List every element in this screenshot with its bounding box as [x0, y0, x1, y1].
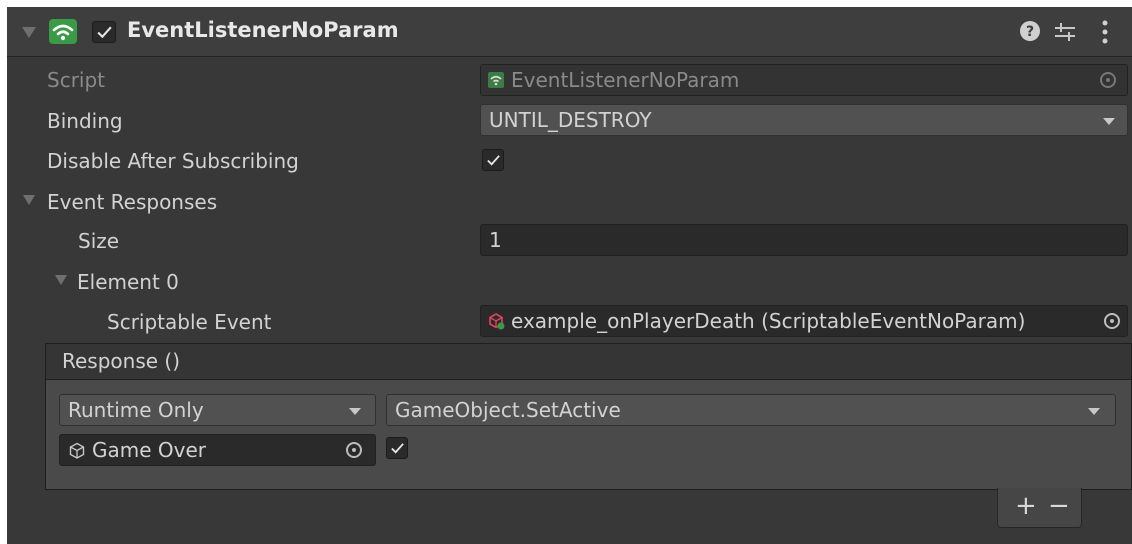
inspector-panel: EventListenerNoParam ? Script EventListe…	[7, 7, 1132, 544]
element-foldout-icon[interactable]	[55, 275, 67, 285]
component-enabled-checkbox[interactable]	[92, 21, 116, 43]
element-label[interactable]: Element 0	[77, 270, 179, 294]
scriptable-event-icon	[489, 313, 505, 330]
wifi-script-icon	[488, 72, 504, 88]
script-label: Script	[47, 68, 106, 92]
remove-button[interactable]: −	[1048, 491, 1070, 521]
target-object-field[interactable]: Game Over	[59, 434, 376, 466]
script-field: EventListenerNoParam	[480, 64, 1128, 96]
disable-after-label: Disable After Subscribing	[47, 149, 299, 173]
object-picker-icon[interactable]	[1100, 72, 1116, 88]
target-object-value: Game Over	[92, 438, 207, 462]
event-responses-foldout-icon[interactable]	[23, 195, 35, 205]
event-responses-label[interactable]: Event Responses	[47, 190, 217, 214]
chevron-down-icon	[1103, 118, 1115, 125]
chevron-down-icon	[349, 408, 361, 415]
chevron-down-icon	[1088, 408, 1100, 415]
help-icon[interactable]: ?	[1019, 20, 1041, 42]
checkmark-icon	[97, 26, 112, 39]
size-label: Size	[78, 229, 120, 253]
binding-dropdown[interactable]: UNTIL_DESTROY	[480, 104, 1128, 136]
preset-icon[interactable]	[1053, 20, 1077, 44]
size-input[interactable]: 1	[480, 224, 1128, 256]
scriptable-event-label: Scriptable Event	[107, 310, 272, 334]
call-state-dropdown[interactable]: Runtime Only	[59, 394, 376, 426]
function-dropdown[interactable]: GameObject.SetActive	[386, 394, 1116, 426]
add-button[interactable]: +	[1015, 491, 1037, 521]
argument-checkbox[interactable]	[386, 437, 408, 459]
wifi-script-icon	[49, 19, 77, 44]
function-value: GameObject.SetActive	[395, 398, 621, 422]
component-header[interactable]: EventListenerNoParam ?	[7, 7, 1132, 57]
foldout-arrow-icon[interactable]	[22, 27, 36, 38]
unity-event-header: Response ()	[45, 343, 1132, 380]
object-picker-icon[interactable]	[346, 442, 362, 458]
unity-event-body: Runtime Only GameObject.SetActive Game O…	[45, 380, 1132, 490]
cube-icon	[69, 442, 85, 459]
script-value: EventListenerNoParam	[511, 68, 740, 92]
disable-after-checkbox[interactable]	[482, 149, 504, 171]
unity-event-title: Response ()	[62, 349, 181, 373]
checkmark-icon	[391, 443, 404, 454]
svg-text:?: ?	[1026, 24, 1034, 40]
scriptable-event-field[interactable]: example_onPlayerDeath (ScriptableEventNo…	[480, 305, 1128, 337]
checkmark-icon	[487, 155, 500, 166]
binding-value: UNTIL_DESTROY	[489, 108, 652, 132]
scriptable-event-value: example_onPlayerDeath (ScriptableEventNo…	[511, 309, 1026, 333]
binding-label: Binding	[47, 109, 123, 133]
object-picker-icon[interactable]	[1104, 313, 1120, 329]
kebab-menu-icon[interactable]	[1099, 19, 1111, 45]
list-footer: + −	[997, 488, 1082, 528]
call-state-value: Runtime Only	[68, 398, 204, 422]
component-title: EventListenerNoParam	[127, 18, 399, 42]
